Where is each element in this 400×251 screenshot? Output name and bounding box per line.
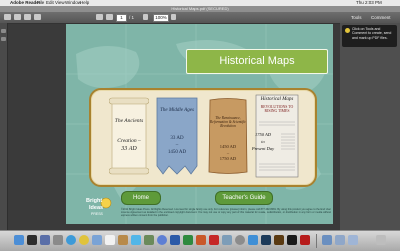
- page-title: Historical Maps: [219, 55, 295, 67]
- card-heading: Historical Maps: [260, 97, 294, 102]
- era-card-revolutions[interactable]: Historical Maps REVOLUTIONS TO RISING TI…: [252, 94, 299, 178]
- era-card-renaissance[interactable]: The Renaissance, Reformation & Scientifi…: [207, 96, 249, 176]
- page-total: / 1: [129, 15, 135, 20]
- card-date-start: Creation –: [117, 138, 141, 144]
- page-number-input[interactable]: 1: [116, 14, 127, 22]
- contacts-icon[interactable]: [118, 235, 128, 245]
- title-banner: Historical Maps: [186, 49, 328, 74]
- safari-icon[interactable]: [66, 235, 76, 245]
- card-date-start: 1750 AD: [254, 132, 272, 137]
- photos-icon[interactable]: [144, 235, 154, 245]
- lightbulb-icon: [345, 28, 350, 33]
- mission-control-icon[interactable]: [40, 235, 50, 245]
- itunes-icon[interactable]: [157, 235, 167, 245]
- card-title: REVOLUTIONS TO RISING TIMES: [260, 105, 294, 114]
- mail-icon[interactable]: [92, 235, 102, 245]
- dashboard-icon[interactable]: [27, 235, 37, 245]
- window-title: Historical Maps.pdf (SECURED): [171, 6, 229, 11]
- save-icon[interactable]: [14, 14, 21, 20]
- card-date-end: 1450 AD: [167, 150, 187, 155]
- prev-page-icon[interactable]: [96, 14, 103, 20]
- word-icon[interactable]: [170, 235, 180, 245]
- documents-stack-icon[interactable]: [335, 235, 345, 245]
- terminal-icon[interactable]: [287, 235, 297, 245]
- tools-pane: [340, 23, 400, 230]
- print-icon[interactable]: [24, 14, 31, 20]
- zoom-in-icon[interactable]: [171, 14, 176, 20]
- card-title: The Middle Ages: [160, 108, 194, 113]
- app-store-icon[interactable]: [248, 235, 258, 245]
- card-date-end: Present Day: [251, 146, 275, 151]
- dock-divider: [316, 234, 317, 248]
- pages-icon[interactable]: [1, 29, 6, 33]
- acrobat-icon[interactable]: [209, 235, 219, 245]
- zoom-input[interactable]: 100%: [153, 14, 169, 22]
- card-title: The Renaissance, Reformation & Scientifi…: [210, 116, 246, 129]
- card-date-end: 33 AD: [121, 146, 137, 152]
- chrome-icon[interactable]: [79, 235, 89, 245]
- era-card-ancients[interactable]: The Ancients Creation – 33 AD: [109, 96, 149, 176]
- comment-button[interactable]: Comment: [371, 14, 391, 21]
- adobe-reader-icon[interactable]: [300, 235, 310, 245]
- tooltip-text: Click on Tools and Comment to create, se…: [352, 27, 392, 40]
- mac-dock: [0, 230, 400, 251]
- logo-line-1: Bright: [86, 198, 103, 204]
- navigation-pane: [0, 23, 8, 230]
- scroll-graphic: [109, 97, 149, 175]
- card-date-start: 1450 AD: [219, 144, 237, 149]
- zoom-out-icon[interactable]: [143, 14, 148, 20]
- powerpoint-icon[interactable]: [196, 235, 206, 245]
- era-card-middle-ages[interactable]: The Middle Ages 33 AD – 1450 AD: [155, 96, 199, 176]
- excel-icon[interactable]: [183, 235, 193, 245]
- photoshop-icon[interactable]: [261, 235, 271, 245]
- illustrator-icon[interactable]: [274, 235, 284, 245]
- open-icon[interactable]: [4, 14, 11, 20]
- card-date-sep: –: [226, 150, 230, 155]
- logo-line-2: Ideas: [89, 205, 104, 211]
- card-title: The Ancients: [114, 118, 144, 124]
- tools-tooltip: Click on Tools and Comment to create, se…: [342, 25, 397, 47]
- copyright-notice: ©2011 Bright Ideas Press. All Rights Res…: [121, 208, 331, 218]
- bright-ideas-press-logo: Bright Ideas PRESS: [86, 196, 112, 218]
- system-preferences-icon[interactable]: [235, 235, 245, 245]
- messages-icon[interactable]: [131, 235, 141, 245]
- email-icon[interactable]: [34, 14, 41, 20]
- card-date-sep: –: [175, 143, 179, 148]
- attachments-icon[interactable]: [1, 37, 6, 41]
- tools-button[interactable]: Tools: [351, 14, 362, 21]
- calendar-icon[interactable]: [105, 235, 115, 245]
- next-page-icon[interactable]: [106, 14, 113, 20]
- logo-line-3: PRESS: [91, 212, 103, 216]
- teachers-guide-button[interactable]: Teacher's Guide: [215, 191, 273, 205]
- downloads-stack-icon[interactable]: [322, 235, 332, 245]
- trash-icon[interactable]: [376, 235, 386, 245]
- home-button[interactable]: Home: [121, 191, 161, 205]
- card-date-start: 33 AD: [170, 136, 184, 141]
- launchpad-icon[interactable]: [53, 235, 63, 245]
- card-date-sep: to: [261, 139, 265, 144]
- finder-icon[interactable]: [14, 235, 24, 245]
- preview-icon[interactable]: [222, 235, 232, 245]
- old-paper-graphic: [208, 98, 248, 174]
- folder-icon[interactable]: [348, 235, 358, 245]
- card-date-end: 1750 AD: [219, 156, 237, 161]
- pdf-page: Historical Maps The Ancients Creation – …: [66, 24, 333, 224]
